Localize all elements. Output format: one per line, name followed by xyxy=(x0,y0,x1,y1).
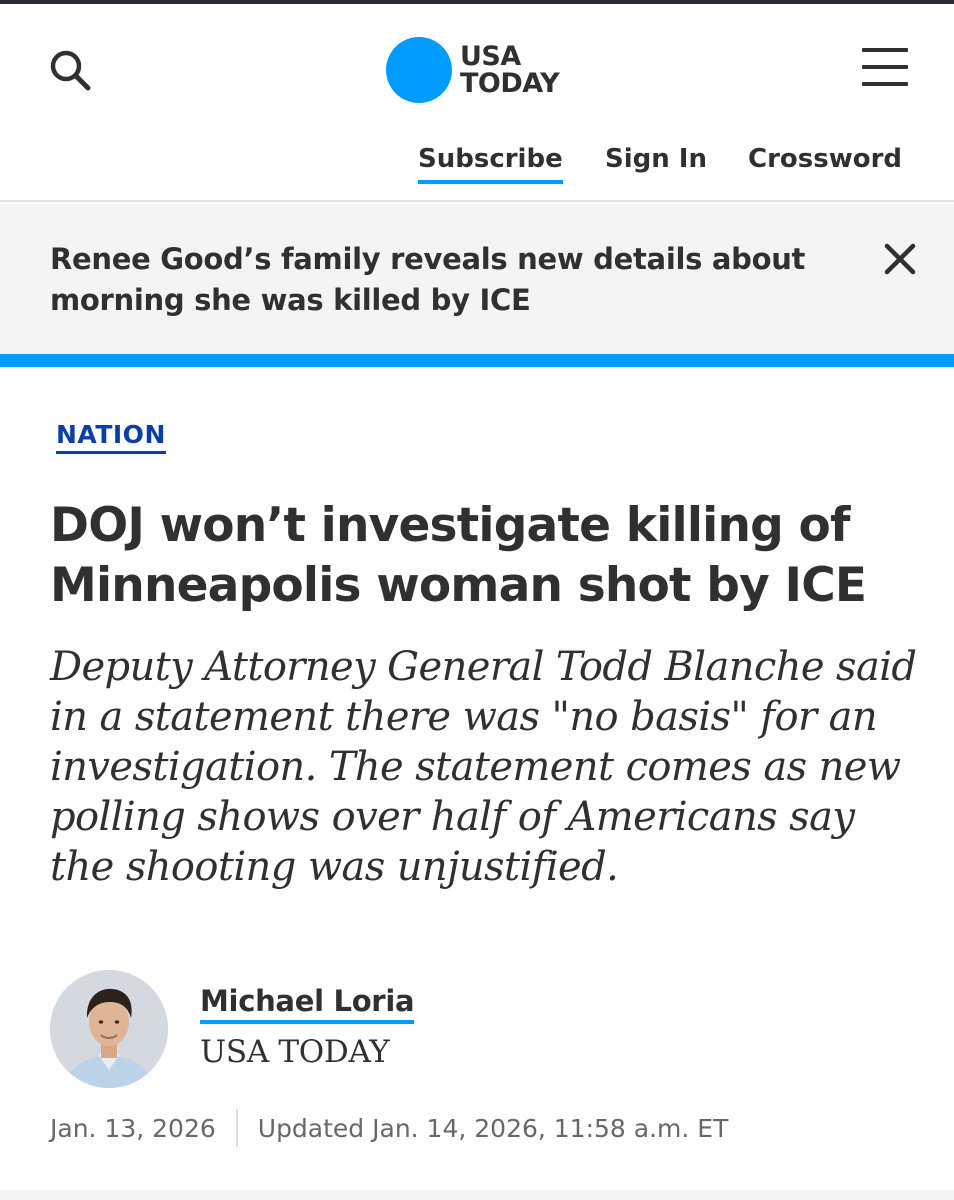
banner-accent-bar xyxy=(0,354,954,367)
subscribe-link[interactable]: Subscribe xyxy=(418,144,563,184)
breaking-news-banner: Renee Good’s family reveals new details … xyxy=(0,204,954,354)
menu-button[interactable] xyxy=(862,48,910,88)
section-label[interactable]: NATION xyxy=(56,420,166,454)
sign-in-link[interactable]: Sign In xyxy=(605,144,707,174)
article-headline: DOJ won’t investigate killing of Minneap… xyxy=(50,498,867,613)
article-summary: Deputy Attorney General Todd Blanche sai… xyxy=(50,644,917,890)
crossword-link[interactable]: Crossword xyxy=(748,144,902,174)
article-dates: Jan. 13, 2026 Updated Jan. 14, 2026, 11:… xyxy=(50,1108,728,1148)
author-name-link[interactable]: Michael Loria xyxy=(200,984,415,1024)
author-photo xyxy=(50,970,168,1088)
updated-date: Updated Jan. 14, 2026, 11:58 a.m. ET xyxy=(257,1113,729,1143)
close-banner-button[interactable] xyxy=(878,237,922,281)
bottom-divider xyxy=(0,1190,954,1200)
published-date: Jan. 13, 2026 xyxy=(50,1113,216,1143)
logo-circle xyxy=(386,37,452,103)
logo-wordmark: USA TODAY xyxy=(460,41,560,99)
date-divider xyxy=(235,1109,238,1147)
logo-line-usa: USA xyxy=(460,41,521,72)
account-links: Subscribe Sign In Crossword xyxy=(0,144,954,184)
site-header: USA TODAY Subscribe Sign In Crossword xyxy=(0,4,954,202)
search-button[interactable] xyxy=(44,44,96,96)
breaking-news-link[interactable]: Renee Good’s family reveals new details … xyxy=(50,239,860,321)
logo-line-today: TODAY xyxy=(460,68,560,99)
author-organization: USA TODAY xyxy=(200,1034,390,1070)
search-icon xyxy=(50,50,91,91)
author-avatar[interactable] xyxy=(50,970,168,1088)
hamburger-menu-icon xyxy=(862,48,910,86)
close-icon xyxy=(884,243,916,275)
usa-today-logo[interactable]: USA TODAY xyxy=(386,37,560,103)
